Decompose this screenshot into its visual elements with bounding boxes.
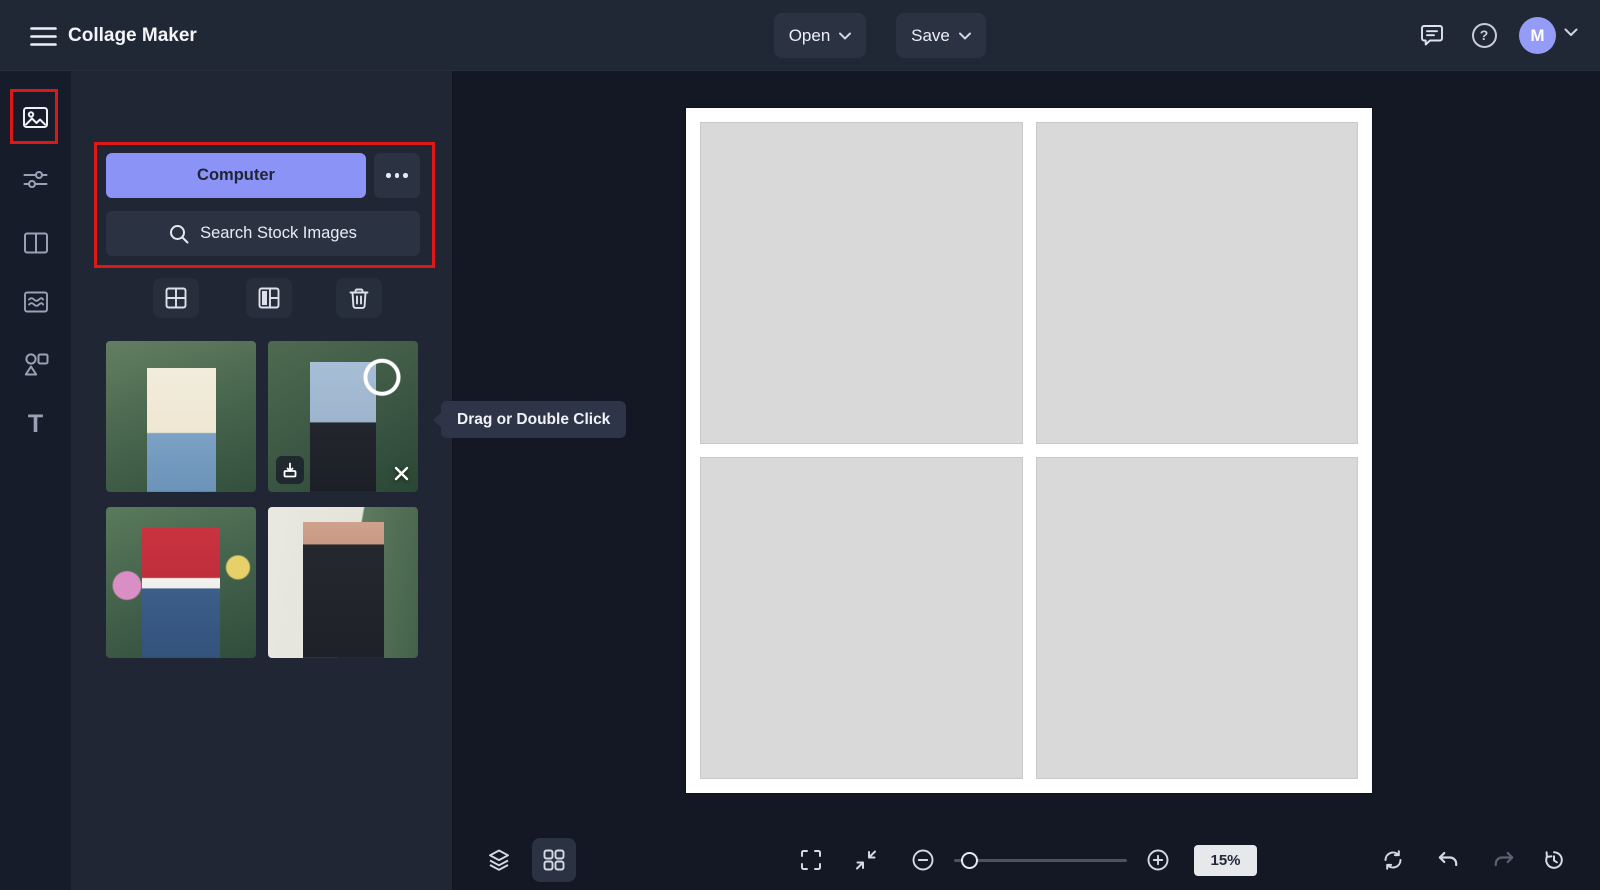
- close-icon: [394, 466, 409, 481]
- image-manager-panel: Image Manager i Computer Search Stock Im…: [71, 71, 453, 890]
- collage-cell[interactable]: [1036, 122, 1359, 444]
- open-button[interactable]: Open: [774, 13, 866, 58]
- collage-grid: [700, 122, 1358, 779]
- rail-item-layouts[interactable]: [13, 220, 58, 265]
- help-icon: ?: [1472, 23, 1497, 48]
- top-bar: Collage Maker Open Save ? M: [0, 0, 1600, 71]
- workspace: [453, 71, 1600, 890]
- search-icon: [169, 224, 189, 244]
- undo-icon: [1436, 848, 1460, 872]
- thumbnail-image[interactable]: [106, 507, 256, 658]
- fullscreen-button[interactable]: [789, 838, 833, 882]
- zoom-in-button[interactable]: [1136, 838, 1180, 882]
- zoom-slider[interactable]: [954, 859, 1127, 862]
- remove-image-button[interactable]: [391, 463, 411, 483]
- ellipsis-icon: [395, 173, 400, 178]
- image-icon: [22, 104, 49, 131]
- redo-icon: [1492, 848, 1516, 872]
- main-menu-button[interactable]: [22, 15, 64, 57]
- rail-item-background[interactable]: [13, 279, 58, 324]
- chevron-down-icon: [839, 32, 851, 40]
- background-waves-icon: [23, 289, 49, 315]
- refresh-button[interactable]: [1371, 838, 1415, 882]
- insert-image-button[interactable]: [276, 456, 304, 484]
- thumbnail-image[interactable]: [268, 507, 418, 658]
- layers-button[interactable]: [477, 838, 521, 882]
- history-icon: [1542, 848, 1566, 872]
- layout-icon: [23, 230, 49, 256]
- save-button[interactable]: Save: [896, 13, 986, 58]
- refresh-icon: [1381, 848, 1405, 872]
- grid-layout-button[interactable]: [153, 278, 199, 318]
- delete-images-button[interactable]: [336, 278, 382, 318]
- text-tool-icon: T: [28, 412, 43, 437]
- layers-icon: [487, 848, 511, 872]
- feedback-icon: [1420, 24, 1444, 47]
- thumbnail-image[interactable]: [268, 341, 418, 492]
- zoom-level[interactable]: 15%: [1194, 845, 1257, 876]
- account-chevron-icon[interactable]: [1564, 28, 1578, 37]
- ellipsis-icon: [386, 173, 391, 178]
- account-avatar[interactable]: M: [1519, 17, 1556, 54]
- pages-grid-button[interactable]: [532, 838, 576, 882]
- hamburger-icon: [30, 26, 57, 47]
- zoom-in-icon: [1146, 848, 1170, 872]
- collage-cell[interactable]: [700, 122, 1023, 444]
- ellipsis-icon: [403, 173, 408, 178]
- collage-cell[interactable]: [700, 457, 1023, 779]
- collage-icon: [258, 287, 280, 309]
- fullscreen-icon: [800, 849, 822, 871]
- collage-canvas[interactable]: [686, 108, 1372, 793]
- collage-cell[interactable]: [1036, 457, 1359, 779]
- rail-item-text[interactable]: T: [13, 402, 58, 447]
- computer-upload-button[interactable]: Computer: [106, 153, 366, 198]
- collage-maker-app: Collage Maker Open Save ? M: [0, 0, 1600, 890]
- computer-button-label: Computer: [197, 166, 275, 185]
- rail-item-images[interactable]: [13, 95, 58, 140]
- fit-to-screen-button[interactable]: [844, 838, 888, 882]
- sliders-icon: [22, 166, 49, 193]
- help-button[interactable]: ?: [1463, 14, 1505, 56]
- shapes-icon: [23, 351, 49, 377]
- app-title: Collage Maker: [68, 0, 197, 71]
- grid-view-icon: [543, 849, 565, 871]
- chevron-down-icon: [959, 32, 971, 40]
- collage-layout-button[interactable]: [246, 278, 292, 318]
- thumbnail-image[interactable]: [106, 341, 256, 492]
- import-icon: [282, 462, 298, 478]
- drag-tooltip: Drag or Double Click: [441, 401, 626, 438]
- trash-icon: [348, 287, 370, 310]
- save-button-label: Save: [911, 26, 950, 46]
- history-button[interactable]: [1532, 838, 1576, 882]
- search-stock-images-button[interactable]: Search Stock Images: [106, 211, 420, 256]
- feedback-button[interactable]: [1411, 14, 1453, 56]
- more-options-button[interactable]: [374, 153, 420, 198]
- zoom-slider-handle[interactable]: [961, 852, 978, 869]
- search-button-label: Search Stock Images: [200, 224, 357, 243]
- redo-button[interactable]: [1482, 838, 1526, 882]
- tool-rail: T: [0, 71, 71, 890]
- zoom-out-icon: [911, 848, 935, 872]
- rail-item-elements[interactable]: [13, 341, 58, 386]
- undo-button[interactable]: [1426, 838, 1470, 882]
- grid-icon: [165, 287, 187, 309]
- rail-item-adjust[interactable]: [13, 157, 58, 202]
- fit-screen-icon: [855, 849, 877, 871]
- zoom-out-button[interactable]: [901, 838, 945, 882]
- open-button-label: Open: [789, 26, 831, 46]
